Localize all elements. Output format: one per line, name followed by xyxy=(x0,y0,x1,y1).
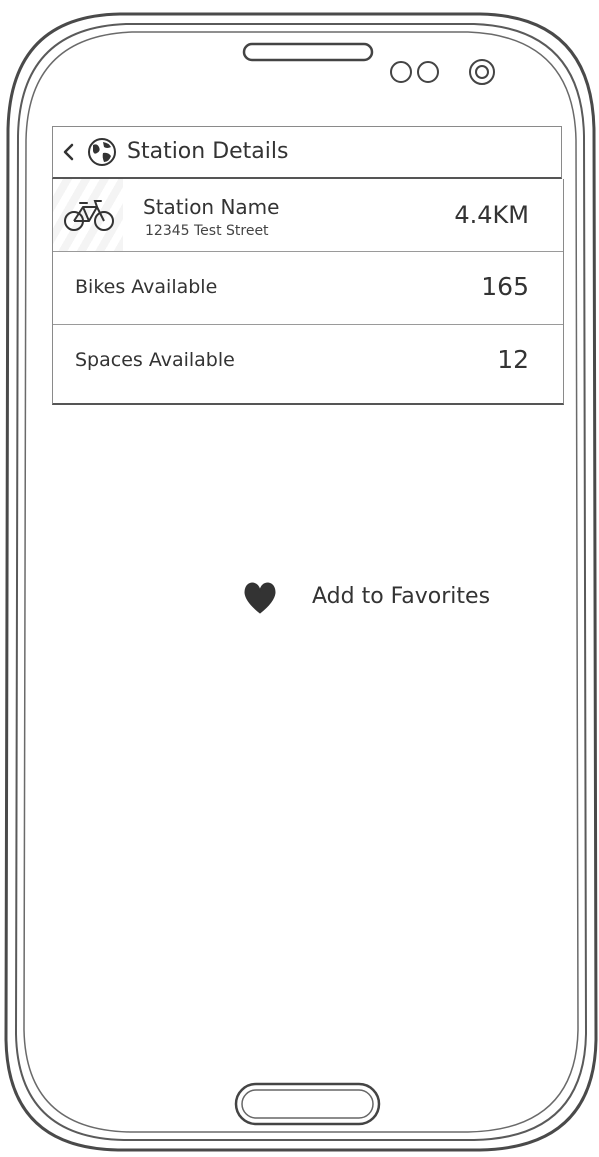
globe-icon xyxy=(88,138,116,166)
front-camera xyxy=(469,59,495,85)
sensor-right xyxy=(417,61,439,83)
spaces-available-value: 12 xyxy=(497,345,529,374)
station-address: 12345 Test Street xyxy=(145,223,269,239)
heart-icon xyxy=(244,582,276,614)
sensor-left xyxy=(390,61,412,83)
spaces-available-row: Spaces Available 12 xyxy=(53,325,563,403)
bicycle-icon xyxy=(64,200,114,231)
station-details-list: Station Name 12345 Test Street 4.4KM Bik… xyxy=(52,179,564,405)
bikes-available-label: Bikes Available xyxy=(75,276,218,298)
add-to-favorites-button[interactable]: Add to Favorites xyxy=(242,578,502,622)
page-title: Station Details xyxy=(127,139,289,164)
bikes-available-value: 165 xyxy=(481,272,529,301)
bikes-available-row: Bikes Available 165 xyxy=(53,252,563,325)
header-bar: Station Details xyxy=(52,126,562,179)
add-to-favorites-label: Add to Favorites xyxy=(312,584,491,609)
spaces-available-label: Spaces Available xyxy=(75,349,235,371)
app-screen: Station Details Station Name 12345 Test … xyxy=(52,126,564,1026)
earpiece-speaker xyxy=(242,42,374,62)
station-summary-row[interactable]: Station Name 12345 Test Street 4.4KM xyxy=(53,179,563,252)
chevron-left-icon[interactable] xyxy=(61,141,75,163)
station-name: Station Name xyxy=(143,195,280,219)
station-distance: 4.4KM xyxy=(454,201,529,229)
